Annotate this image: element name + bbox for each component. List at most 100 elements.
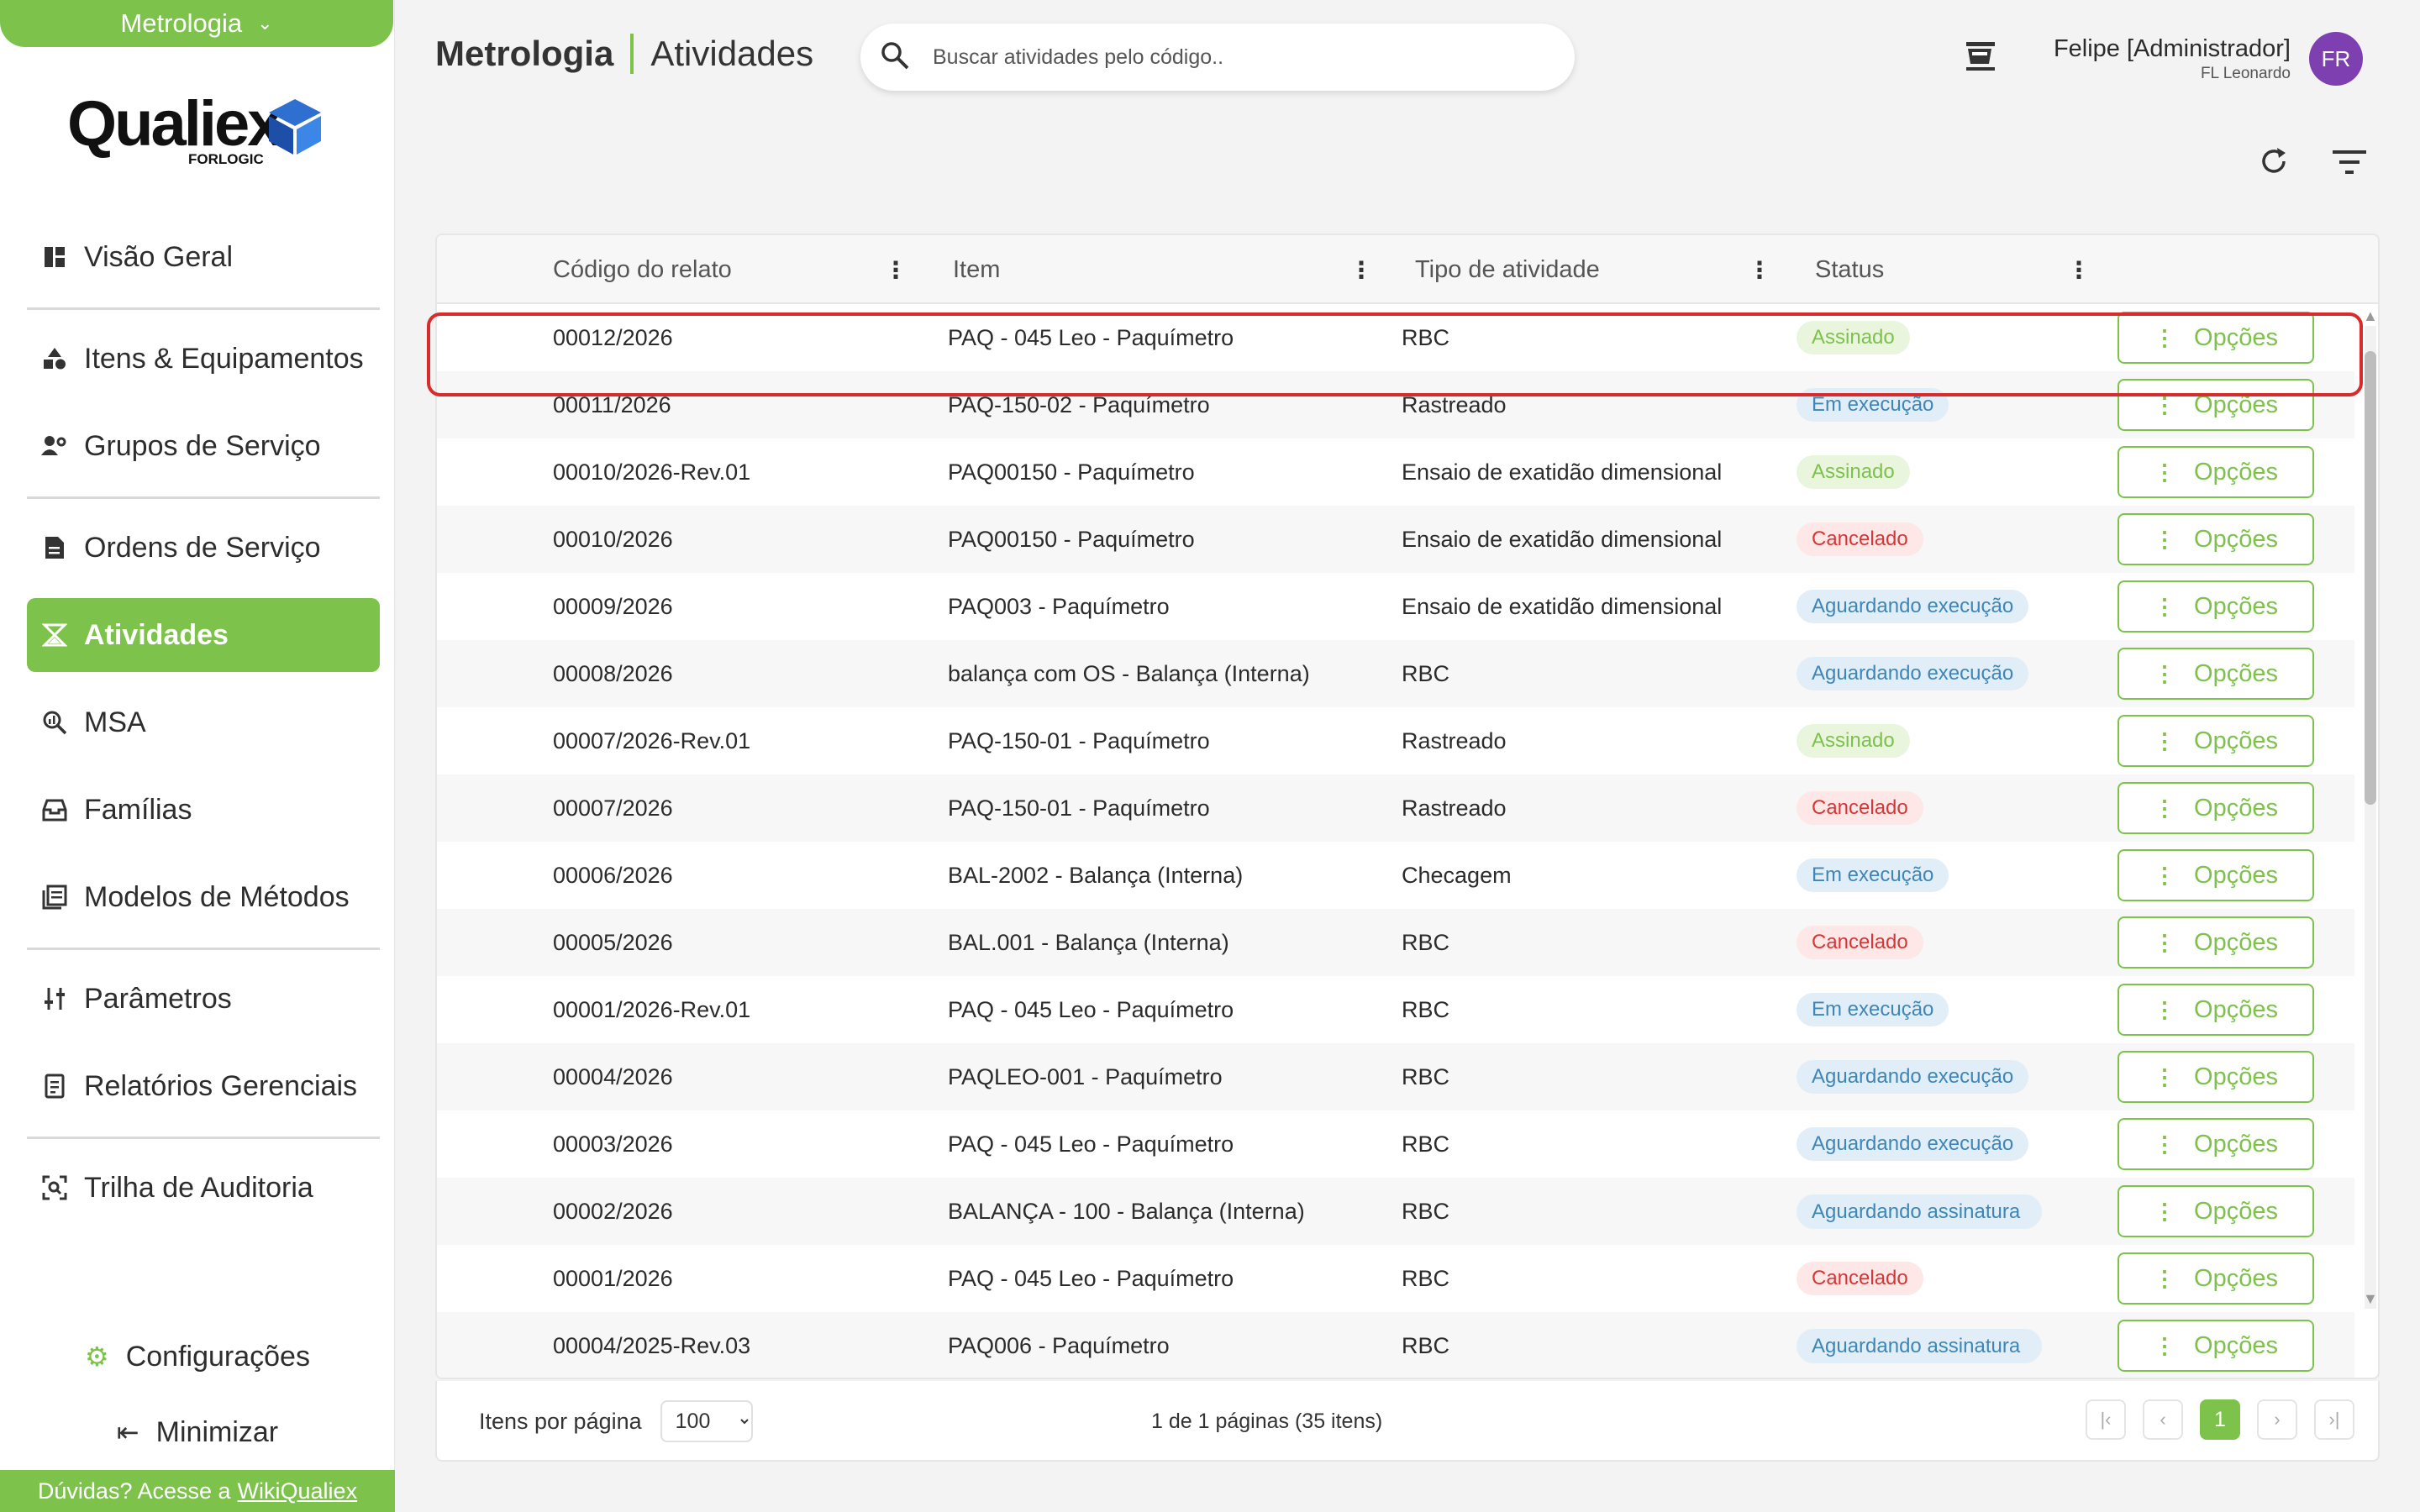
sidebar-item-label: Atividades	[84, 618, 229, 651]
sidebar-item-grupos-servico[interactable]: Grupos de Serviço	[27, 409, 380, 483]
table-row[interactable]: 00009/2026 PAQ003 - Paquímetro Ensaio de e…	[437, 573, 2354, 640]
refresh-icon[interactable]	[2257, 144, 2291, 182]
per-page-select[interactable]: 100	[660, 1400, 753, 1442]
options-button[interactable]: ⋮ Opções	[2118, 379, 2314, 431]
sidebar-item-atividades[interactable]: Atividades	[27, 598, 380, 672]
cell-status: Assinado	[1797, 304, 1910, 371]
table-row[interactable]: 00002/2026 BALANÇA - 100 - Balança (Inter…	[437, 1178, 2354, 1245]
table-row[interactable]: 00006/2026 BAL-2002 - Balança (Interna) Ch…	[437, 842, 2354, 909]
options-button[interactable]: ⋮ Opções	[2118, 312, 2314, 364]
scroll-down-icon[interactable]: ▼	[2363, 1290, 2378, 1308]
search-icon	[881, 41, 909, 74]
sidebar-item-ordens-servico[interactable]: Ordens de Serviço	[27, 511, 380, 585]
kebab-icon: ⋮	[2154, 593, 2176, 619]
minimize-label: Minimizar	[155, 1415, 279, 1448]
help-bar: Dúvidas? Acesse a WikiQualiex	[0, 1470, 395, 1512]
options-button[interactable]: ⋮ Opções	[2118, 715, 2314, 767]
vertical-scrollbar[interactable]: ▲ ▼	[2361, 307, 2378, 1309]
sidebar-item-trilha-auditoria[interactable]: Trilha de Auditoria	[27, 1151, 380, 1225]
sidebar-item-visao-geral[interactable]: Visão Geral	[27, 220, 380, 294]
options-button[interactable]: ⋮ Opções	[2118, 1185, 2314, 1237]
cell-item: PAQ - 045 Leo - Paquímetro	[948, 324, 1234, 350]
options-label: Opções	[2194, 1130, 2278, 1158]
sidebar-item-parametros[interactable]: Parâmetros	[27, 962, 380, 1036]
options-button[interactable]: ⋮ Opções	[2118, 1252, 2314, 1305]
coffee-cup-icon[interactable]	[1963, 39, 1998, 78]
cell-item: BAL-2002 - Balança (Interna)	[948, 862, 1244, 888]
cell-options: ⋮ Opções	[2118, 707, 2314, 774]
options-button[interactable]: ⋮ Opções	[2118, 1051, 2314, 1103]
table-row[interactable]: 00007/2026-Rev.01 PAQ-150-01 - Paquímetro…	[437, 707, 2354, 774]
table-row[interactable]: 00004/2025-Rev.03 PAQ006 - Paquímetro RBC A…	[437, 1312, 2354, 1378]
table-row[interactable]: 00001/2026-Rev.01 PAQ - 045 Leo - Paquíme…	[437, 976, 2354, 1043]
sidebar-item-label: Trilha de Auditoria	[84, 1171, 313, 1204]
table-row[interactable]: 00007/2026 PAQ-150-01 - Paquímetro Rastrea…	[437, 774, 2354, 842]
table-row[interactable]: 00011/2026 PAQ-150-02 - Paquímetro Rastrea…	[437, 371, 2354, 438]
divider	[27, 307, 380, 310]
options-button[interactable]: ⋮ Opções	[2118, 916, 2314, 969]
page-header: Metrologia Atividades	[435, 34, 813, 74]
cell-code: 00010/2026-Rev.01	[553, 459, 751, 485]
options-button[interactable]: ⋮ Opções	[2118, 849, 2314, 901]
cell-code: 00007/2026-Rev.01	[553, 727, 751, 753]
kebab-icon: ⋮	[2154, 929, 2176, 955]
cell-activity-type: Ensaio de exatidão dimensional	[1402, 593, 1723, 619]
module-selector[interactable]: Metrologia ⌄	[0, 0, 393, 47]
cell-activity-type: Ensaio de exatidão dimensional	[1402, 526, 1723, 552]
options-button[interactable]: ⋮ Opções	[2118, 1320, 2314, 1372]
options-button[interactable]: ⋮ Opções	[2118, 446, 2314, 498]
cell-code: 00007/2026	[553, 795, 673, 821]
table-row[interactable]: 00008/2026 balança com OS - Balança (Inte…	[437, 640, 2354, 707]
sidebar-item-relatorios-gerenciais[interactable]: Relatórios Gerenciais	[27, 1049, 380, 1123]
options-button[interactable]: ⋮ Opções	[2118, 580, 2314, 633]
sidebar: Metrologia ⌄ Qualiex FORLOGIC Visão Gera…	[0, 0, 395, 1512]
user-info[interactable]: Felipe [Administrador] FL Leonardo	[2054, 35, 2291, 83]
table-row[interactable]: 00010/2026 PAQ00150 - Paquímetro Ensaio de…	[437, 506, 2354, 573]
sidebar-item-msa[interactable]: MSA	[27, 685, 380, 759]
minimize-button[interactable]: ⇤ Minimizar	[0, 1394, 395, 1470]
avatar[interactable]: FR	[2309, 32, 2363, 86]
options-label: Opções	[2194, 794, 2278, 822]
settings-link[interactable]: ⚙ Configurações	[0, 1319, 395, 1394]
table-row[interactable]: 00003/2026 PAQ - 045 Leo - Paquímetro RBC A…	[437, 1110, 2354, 1178]
sidebar-item-label: Parâmetros	[84, 982, 232, 1015]
options-button[interactable]: ⋮ Opções	[2118, 782, 2314, 834]
cell-code: 00006/2026	[553, 862, 673, 888]
options-label: Opções	[2194, 928, 2278, 956]
cell-status: Aguardando assinatura	[1797, 1312, 2042, 1378]
table-row[interactable]: 00010/2026-Rev.01 PAQ00150 - Paquímetro En…	[437, 438, 2354, 506]
table-row[interactable]: 00012/2026 PAQ - 045 Leo - Paquímetro RBC A…	[437, 304, 2354, 371]
per-page-control: Itens por página 100	[479, 1381, 753, 1462]
search-input[interactable]	[933, 45, 1521, 70]
status-badge: Aguardando assinatura	[1797, 1328, 2042, 1363]
next-page-button[interactable]: ›	[2257, 1399, 2297, 1440]
filter-icon[interactable]	[2331, 148, 2368, 181]
prev-page-button[interactable]: ‹	[2143, 1399, 2183, 1440]
chevron-right-icon: ›	[2274, 1409, 2281, 1430]
column-header-status[interactable]: Status	[1815, 235, 1884, 304]
cell-code: 00002/2026	[553, 1198, 673, 1224]
options-button[interactable]: ⋮ Opções	[2118, 1118, 2314, 1170]
last-page-button[interactable]: ›|	[2314, 1399, 2354, 1440]
table-row[interactable]: 00004/2026 PAQLEO-001 - Paquímetro RBC Agua…	[437, 1043, 2354, 1110]
options-label: Opções	[2194, 727, 2278, 754]
options-button[interactable]: ⋮ Opções	[2118, 648, 2314, 700]
options-button[interactable]: ⋮ Opções	[2118, 513, 2314, 565]
first-page-button[interactable]: |‹	[2086, 1399, 2126, 1440]
scroll-up-icon[interactable]: ▲	[2363, 307, 2378, 325]
sidebar-item-modelos-metodos[interactable]: Modelos de Métodos	[27, 860, 380, 934]
cell-item: BALANÇA - 100 - Balança (Interna)	[948, 1198, 1305, 1224]
scrollbar-thumb[interactable]	[2365, 351, 2376, 805]
chevron-left-icon: ‹	[2160, 1409, 2166, 1430]
column-header-item[interactable]: Item	[953, 235, 1000, 304]
sidebar-item-itens-equipamentos[interactable]: Itens & Equipamentos	[27, 322, 380, 396]
wiki-link[interactable]: WikiQualiex	[238, 1478, 358, 1504]
cell-status: Aguardando execução	[1797, 573, 2029, 640]
column-header-type[interactable]: Tipo de atividade	[1415, 235, 1600, 304]
options-button[interactable]: ⋮ Opções	[2118, 984, 2314, 1036]
sidebar-item-familias[interactable]: Famílias	[27, 773, 380, 847]
table-row[interactable]: 00005/2026 BAL.001 - Balança (Interna) RBC…	[437, 909, 2354, 976]
page-button-current[interactable]: 1	[2200, 1399, 2240, 1440]
table-row[interactable]: 00001/2026 PAQ - 045 Leo - Paquímetro RBC C…	[437, 1245, 2354, 1312]
column-header-code[interactable]: Código do relato	[553, 235, 732, 304]
